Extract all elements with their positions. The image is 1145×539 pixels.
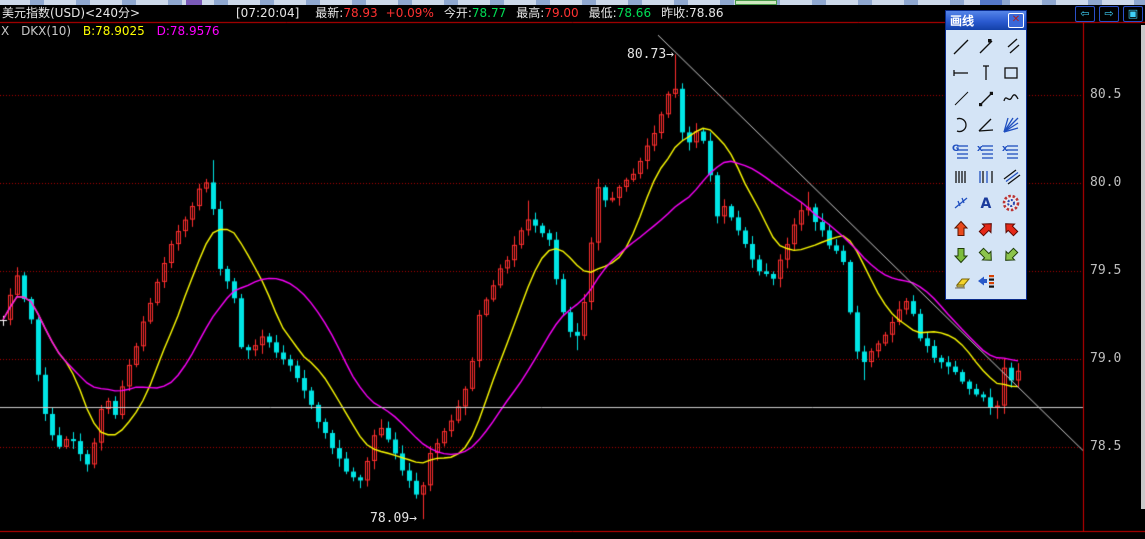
price-tick-label: 79.5 <box>1090 263 1122 278</box>
quote-header: 美元指数(USD)<240分> [07:20:04] 最新:78.93 +0.09… <box>2 6 723 21</box>
percent-lines-icon[interactable]: x <box>974 138 999 164</box>
ray-icon[interactable] <box>949 86 974 112</box>
instrument-title: 美元指数(USD)<240分> <box>2 6 141 20</box>
arrow-nw-icon[interactable] <box>998 216 1023 242</box>
toolbar-fragment <box>186 0 202 5</box>
quote-field-value: +0.09% <box>385 6 434 20</box>
indicator-name: DKX(10) <box>21 24 72 38</box>
quote-field-label: 昨收: <box>661 6 690 20</box>
quote-field-label: 今开: <box>443 6 472 20</box>
eraser-icon[interactable] <box>949 268 974 294</box>
svg-text:A: A <box>980 196 991 212</box>
arrow-down-icon[interactable] <box>949 242 974 268</box>
segment-icon[interactable] <box>974 34 999 60</box>
quote-field-label: 最新: <box>315 6 344 20</box>
gann-fan-icon[interactable] <box>998 112 1023 138</box>
vertical-line-icon[interactable] <box>974 60 999 86</box>
cycle-lines-icon[interactable] <box>949 190 974 216</box>
quote-time: [07:20:04] <box>236 6 300 20</box>
indicator-prefix: X <box>1 24 10 38</box>
indicator-b-value: B:78.9025 <box>82 24 145 38</box>
clipped-toolbar <box>0 0 1145 5</box>
arc-icon[interactable] <box>949 112 974 138</box>
price-tick-label: 79.0 <box>1090 351 1122 366</box>
wave-curve-icon[interactable] <box>998 86 1023 112</box>
svg-text:x: x <box>1002 144 1008 154</box>
price-tick-label: 80.5 <box>1090 87 1122 102</box>
quote-fields: 最新:78.93 +0.09% 今开:78.77 最高:79.00 最低:78.66 昨收… <box>305 6 723 21</box>
price-tick-label: 80.0 <box>1090 175 1122 190</box>
fib-time-zones-icon[interactable] <box>974 164 999 190</box>
indicator-d-value: D:78.9576 <box>156 24 220 38</box>
price-annotation: 78.09→ <box>370 511 417 527</box>
svg-text:G: G <box>952 144 959 154</box>
arrow-sw-icon[interactable] <box>998 242 1023 268</box>
price-tick-label: 78.5 <box>1090 439 1122 454</box>
quote-field-label: 最低: <box>588 6 617 20</box>
toolbar-fragment <box>980 0 1002 5</box>
palette-titlebar[interactable]: 画线 ✕ <box>946 11 1026 30</box>
nav-maximize-button[interactable]: ▣ <box>1123 6 1143 22</box>
fibonacci-lines-icon[interactable]: x <box>998 138 1023 164</box>
golden-section-icon[interactable]: G <box>949 138 974 164</box>
nav-forward-button[interactable]: ⇨ <box>1099 6 1119 22</box>
nav-back-button[interactable]: ⇦ <box>1075 6 1095 22</box>
window-edge <box>1141 25 1145 509</box>
angle-fan-icon[interactable] <box>974 112 999 138</box>
palette-title: 画线 <box>950 14 975 28</box>
quote-field-label: 最高: <box>516 6 545 20</box>
line-manager-icon[interactable] <box>974 268 999 294</box>
pie-circle-icon[interactable] <box>998 190 1023 216</box>
trendline-icon[interactable] <box>949 34 974 60</box>
text-label-icon[interactable]: A <box>974 190 999 216</box>
arrow-se-icon[interactable] <box>974 242 999 268</box>
quote-field-value: 78.77 <box>471 6 507 20</box>
palette-tool-grid: Gx x A <box>946 30 1026 299</box>
nav-buttons: ⇦ ⇨ ▣ <box>1075 6 1143 22</box>
price-annotation: 80.73→ <box>627 46 674 62</box>
endpoint-segment-icon[interactable] <box>974 86 999 112</box>
rectangle-icon[interactable] <box>998 60 1023 86</box>
quote-field-value: 78.86 <box>689 6 724 20</box>
toolbar-fragment <box>735 0 777 5</box>
quote-field-value: 78.93 <box>343 6 378 20</box>
parallel-lines-icon[interactable] <box>998 34 1023 60</box>
horizontal-line-icon[interactable] <box>949 60 974 86</box>
arrow-ne-icon[interactable] <box>974 216 999 242</box>
palette-close-button[interactable]: ✕ <box>1008 13 1024 28</box>
svg-text:x: x <box>977 144 983 154</box>
indicator-line: X DKX(10) B:78.9025 D:78.9576 <box>1 24 228 38</box>
draw-line-palette: 画线 ✕ Gx x A <box>945 10 1027 300</box>
quote-field-value: 79.00 <box>544 6 579 20</box>
regression-channel-icon[interactable] <box>998 164 1023 190</box>
quote-field-value: 78.66 <box>616 6 652 20</box>
time-zones-icon[interactable] <box>949 164 974 190</box>
arrow-up-icon[interactable] <box>949 216 974 242</box>
